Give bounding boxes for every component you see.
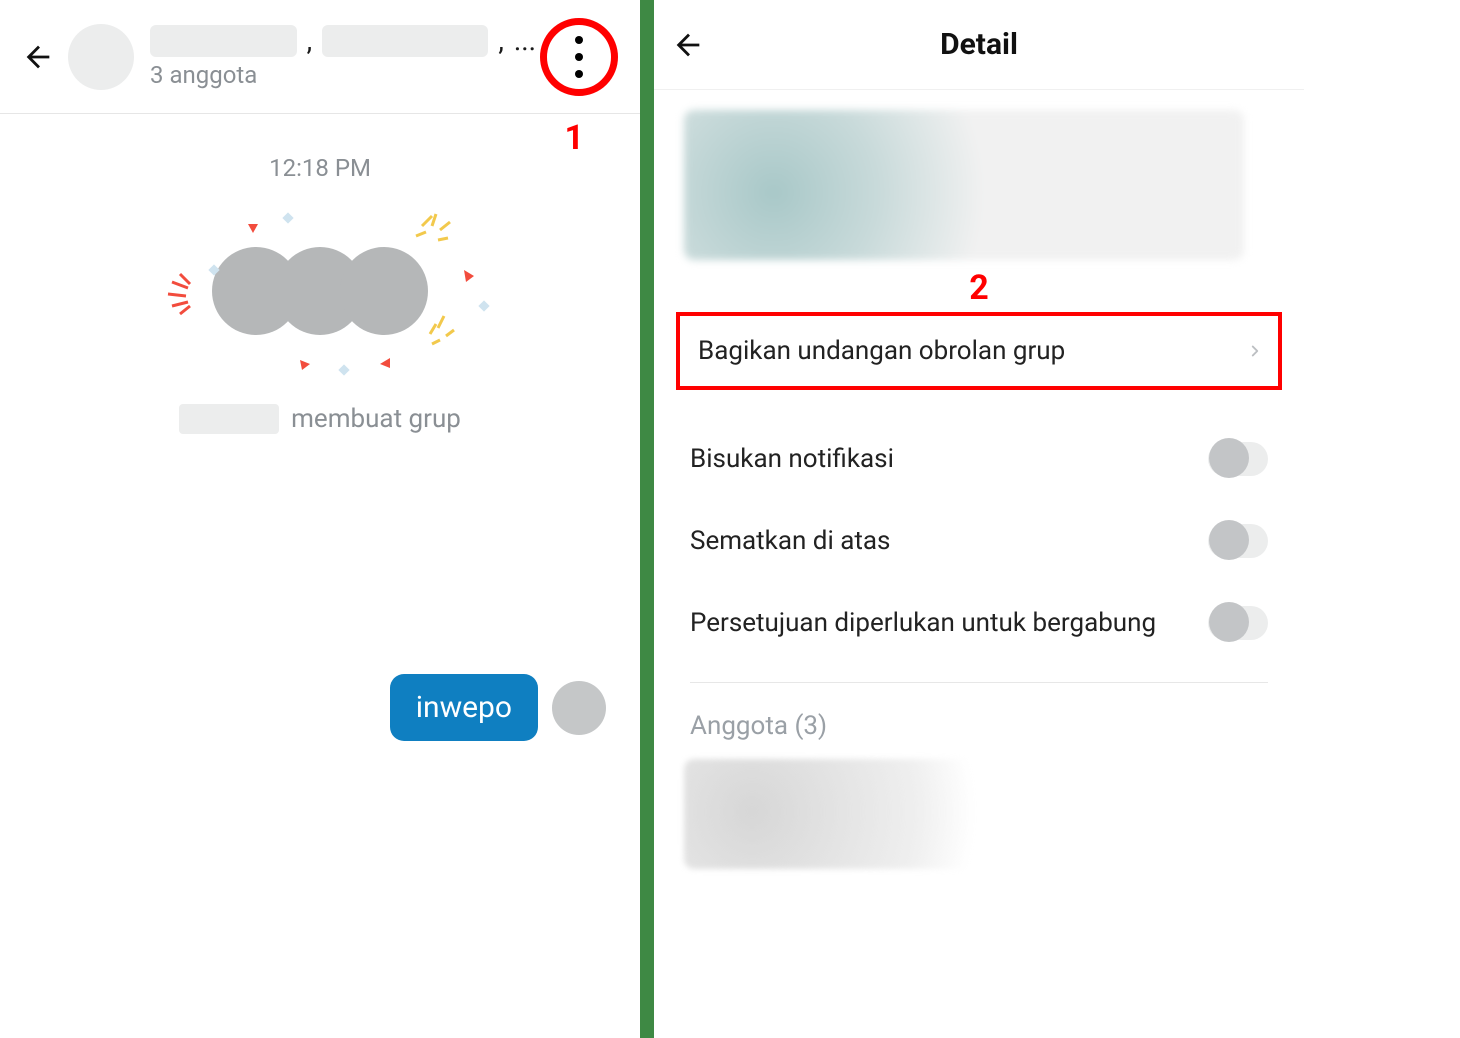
back-button[interactable] — [668, 25, 708, 65]
detail-header: Detail — [654, 0, 1304, 90]
sender-avatar[interactable] — [552, 681, 606, 735]
message-timestamp: 12:18 PM — [0, 154, 640, 182]
arrow-left-icon — [671, 28, 705, 62]
setting-row-pin: Sematkan di atas — [654, 500, 1304, 582]
back-button[interactable] — [18, 37, 58, 77]
created-text: membuat grup — [291, 404, 461, 434]
creator-name-chip — [179, 404, 279, 434]
message-bubble[interactable]: inwepo — [390, 674, 538, 741]
comma: , — [498, 24, 504, 57]
pin-toggle[interactable] — [1208, 524, 1268, 558]
members-section-label: Anggota (3) — [654, 703, 1304, 759]
share-invite-row[interactable]: Bagikan undangan obrolan grup — [676, 312, 1282, 390]
setting-label: Persetujuan diperlukan untuk bergabung — [690, 608, 1208, 638]
chat-header: , , ... 3 anggota — [0, 0, 640, 114]
member-name-chip — [150, 25, 297, 57]
group-info-blurred — [684, 110, 1244, 260]
setting-row-approval: Persetujuan diperlukan untuk bergabung — [654, 582, 1304, 664]
comma: , — [307, 24, 313, 57]
setting-label: Bisukan notifikasi — [690, 444, 1208, 474]
share-invite-label: Bagikan undangan obrolan grup — [698, 336, 1246, 366]
outgoing-message-row: inwepo — [390, 674, 606, 741]
celebration-graphic — [140, 206, 500, 376]
panel-divider — [640, 0, 654, 1038]
approval-toggle[interactable] — [1208, 606, 1268, 640]
more-wrap — [536, 14, 622, 100]
divider — [690, 682, 1268, 683]
chat-screen: , , ... 3 anggota 1 12:18 PM — [0, 0, 640, 1038]
member-name-chip — [322, 25, 488, 57]
detail-screen: Detail 2 Bagikan undangan obrolan grup B… — [654, 0, 1304, 1038]
ellipsis: ... — [514, 24, 536, 57]
annotation-number-2: 2 — [654, 268, 1304, 308]
setting-label: Sematkan di atas — [690, 526, 1208, 556]
group-created-row: membuat grup — [0, 404, 640, 434]
chat-title-line: , , ... — [150, 24, 536, 57]
member-count: 3 anggota — [150, 61, 536, 89]
member-row-blurred — [684, 759, 1024, 869]
chat-body: 12:18 PM — [0, 114, 640, 434]
more-menu-button[interactable] — [567, 32, 591, 82]
chat-title-block: , , ... 3 anggota — [150, 24, 536, 89]
page-title: Detail — [654, 27, 1304, 62]
arrow-left-icon — [21, 40, 55, 74]
group-avatar[interactable] — [68, 24, 134, 90]
chevron-right-icon — [1246, 337, 1264, 365]
mute-toggle[interactable] — [1208, 442, 1268, 476]
confetti-icon — [140, 206, 500, 376]
setting-row-mute: Bisukan notifikasi — [654, 418, 1304, 500]
